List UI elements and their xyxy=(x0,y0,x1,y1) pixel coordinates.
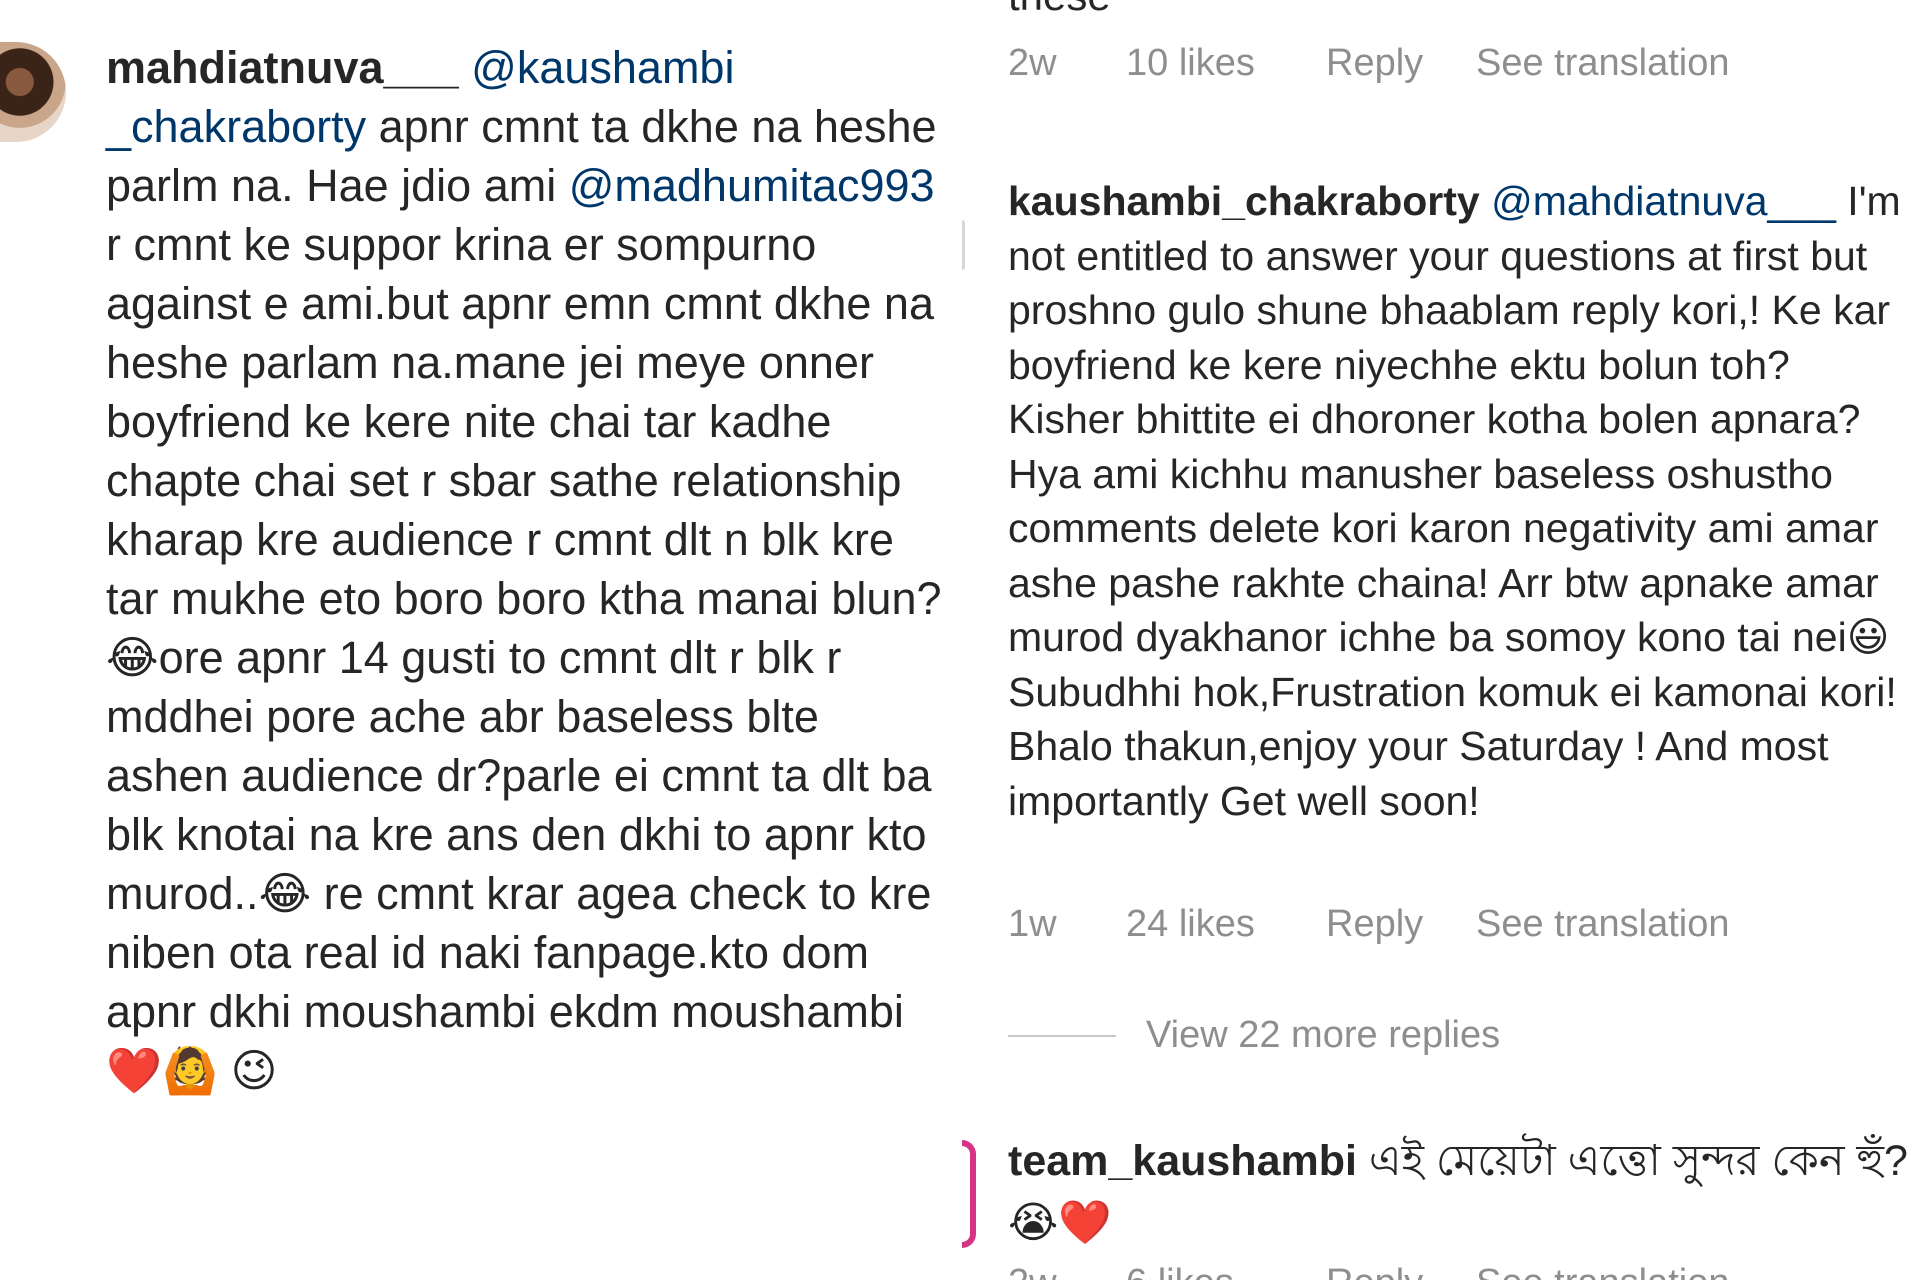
third-likes-count[interactable]: 6 likes xyxy=(1126,1262,1326,1280)
divider-line xyxy=(1008,1034,1116,1037)
comment-text: mahdiatnuva___ @kaushambi _chakraborty a… xyxy=(106,42,950,1097)
comment-username[interactable]: mahdiatnuva___ xyxy=(106,42,459,93)
see-translation-link[interactable]: See translation xyxy=(1476,903,1730,946)
view-more-label: View 22 more replies xyxy=(1146,1014,1501,1056)
third-meta-row: 2w 6 likes Reply See translation xyxy=(1008,1262,1730,1280)
left-comment-panel: mahdiatnuva___ @kaushambi _chakraborty a… xyxy=(0,0,962,1280)
heart-gesture-emoji-icon: ❤️🙆 xyxy=(106,1044,219,1097)
reply-meta-row: 1w 24 likes Reply See translation xyxy=(1008,903,1730,946)
story-ring-avatar[interactable] xyxy=(962,1140,976,1248)
reply-time: 1w xyxy=(1008,903,1057,945)
third-comment-username[interactable]: team_kaushambi xyxy=(1008,1137,1357,1185)
reply-button[interactable]: Reply xyxy=(1326,1262,1476,1280)
truncated-text: these xyxy=(1008,0,1111,20)
mention-mahdiatnuva[interactable]: @mahdiatnuva___ xyxy=(1491,178,1836,224)
wink-emoji-icon: 😉 xyxy=(230,1044,278,1097)
see-translation-link[interactable]: See translation xyxy=(1476,1262,1730,1280)
comment-meta-row: 2w 10 likes Reply See translation xyxy=(1008,42,1730,85)
reply-button[interactable]: Reply xyxy=(1326,42,1476,85)
third-comment-text: team_kaushambi এই মেয়েটা এত্তো সুন্দর ক… xyxy=(1008,1137,1908,1248)
laughing-emoji-icon: 😂 xyxy=(106,631,159,684)
see-translation-link[interactable]: See translation xyxy=(1476,42,1730,85)
mention-madhumitac993[interactable]: @madhumitac993 xyxy=(569,160,935,211)
reply-likes-count[interactable]: 24 likes xyxy=(1126,903,1326,946)
reply-button[interactable]: Reply xyxy=(1326,903,1476,946)
third-time: 2w xyxy=(1008,1262,1126,1280)
reply-username[interactable]: kaushambi_chakraborty xyxy=(1008,178,1480,224)
laughing-emoji-icon: 😂 xyxy=(258,867,312,920)
comment-time: 2w xyxy=(1008,42,1057,84)
reply-text: kaushambi_chakraborty @mahdiatnuva___ I'… xyxy=(1008,178,1913,824)
right-replies-panel: these 2w 10 likes Reply See translation … xyxy=(962,0,1920,1280)
crying-heart-emoji-icon: 😭❤️ xyxy=(1008,1198,1112,1248)
likes-count[interactable]: 10 likes xyxy=(1126,42,1326,85)
thread-marker xyxy=(962,220,965,270)
avatar[interactable] xyxy=(0,42,66,142)
view-more-replies[interactable]: View 22 more replies xyxy=(1008,1014,1500,1057)
smile-emoji-icon: 😃 xyxy=(1846,613,1890,661)
